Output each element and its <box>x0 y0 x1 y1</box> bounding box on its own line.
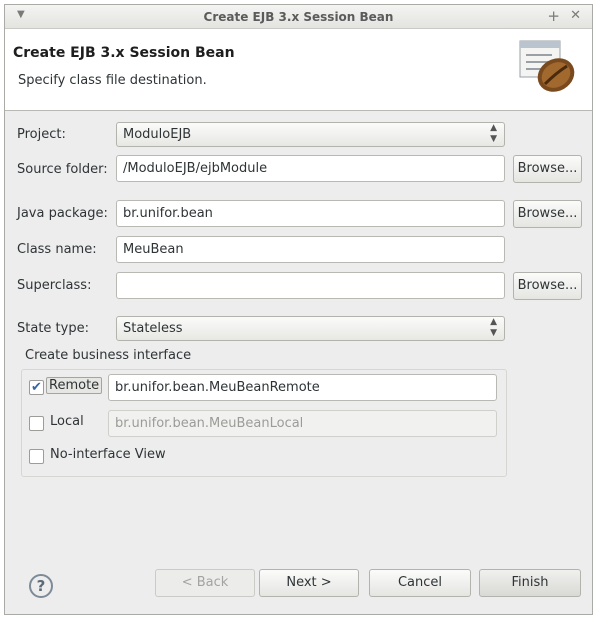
finish-button[interactable]: Finish <box>479 569 581 597</box>
no-interface-checkbox[interactable] <box>29 449 44 464</box>
plus-icon[interactable]: + <box>547 7 560 25</box>
back-button: < Back <box>155 569 255 597</box>
local-checkbox[interactable] <box>29 416 44 431</box>
next-button[interactable]: Next > <box>259 569 359 597</box>
superclass-input[interactable] <box>116 272 505 299</box>
java-package-label: Java package: <box>17 206 108 221</box>
coffee-bean-icon <box>519 40 575 92</box>
banner-title: Create EJB 3.x Session Bean <box>13 45 235 61</box>
remote-interface-input[interactable]: br.unifor.bean.MeuBeanRemote <box>108 374 497 401</box>
wizard-banner: Create EJB 3.x Session Bean Specify clas… <box>5 29 592 111</box>
source-folder-input[interactable]: /ModuloEJB/ejbModule <box>116 155 505 182</box>
superclass-label: Superclass: <box>17 278 92 293</box>
close-icon[interactable]: ✕ <box>570 8 581 23</box>
state-type-value: Stateless <box>123 321 183 336</box>
source-folder-browse-button[interactable]: Browse... <box>513 155 582 183</box>
superclass-browse-button[interactable]: Browse... <box>513 272 582 300</box>
dialog-window: ▼ Create EJB 3.x Session Bean + ✕ Create… <box>4 4 593 615</box>
local-interface-input: br.unifor.bean.MeuBeanLocal <box>108 410 497 437</box>
remote-checkbox[interactable]: ✔ <box>29 380 44 395</box>
source-folder-label: Source folder: <box>17 162 108 177</box>
state-type-label: State type: <box>17 321 89 336</box>
no-interface-label[interactable]: No-interface View <box>50 447 166 462</box>
java-package-input[interactable]: br.unifor.bean <box>116 200 505 227</box>
help-icon[interactable]: ? <box>29 574 53 598</box>
project-value: ModuloEJB <box>123 127 192 142</box>
java-package-browse-button[interactable]: Browse... <box>513 200 582 228</box>
state-type-combo[interactable]: Stateless ▲ ▼ <box>116 316 505 341</box>
local-label[interactable]: Local <box>50 414 84 429</box>
remote-label[interactable]: Remote <box>46 377 103 394</box>
class-name-input[interactable]: MeuBean <box>116 236 505 263</box>
cancel-button[interactable]: Cancel <box>369 569 471 597</box>
title-bar: ▼ Create EJB 3.x Session Bean + ✕ <box>5 5 592 29</box>
project-label: Project: <box>17 127 66 142</box>
combo-arrows-icon: ▲ ▼ <box>490 123 497 144</box>
class-name-label: Class name: <box>17 242 97 257</box>
business-interface-title: Create business interface <box>23 348 194 363</box>
combo-arrows-icon: ▲ ▼ <box>490 317 497 338</box>
window-title: Create EJB 3.x Session Bean <box>203 10 394 24</box>
banner-subtitle: Specify class file destination. <box>18 73 207 88</box>
project-combo[interactable]: ModuloEJB ▲ ▼ <box>116 122 505 147</box>
